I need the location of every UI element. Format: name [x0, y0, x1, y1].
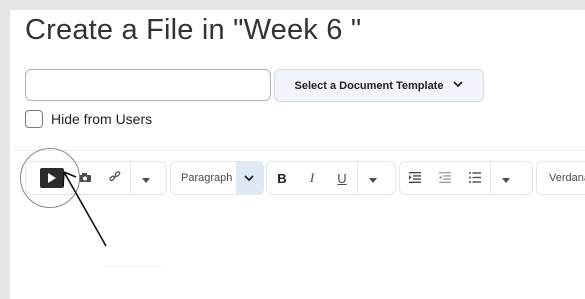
play-icon [47, 173, 57, 183]
indent-button[interactable] [400, 162, 430, 194]
italic-button[interactable]: I [297, 162, 327, 194]
paragraph-select[interactable]: Paragraph [171, 172, 236, 184]
more-format-button[interactable] [358, 162, 388, 194]
paragraph-dropdown-button[interactable] [235, 162, 263, 194]
chevron-down-icon [244, 169, 254, 187]
bulleted-list-button[interactable] [460, 162, 490, 194]
font-family-group: Verdana [536, 161, 585, 195]
window-left-border [0, 0, 10, 299]
file-name-input[interactable] [34, 70, 266, 100]
bold-button[interactable]: B [267, 162, 297, 194]
window-top-border [0, 0, 585, 10]
chevron-down-icon [453, 80, 464, 91]
outdent-icon [439, 171, 451, 186]
caret-down-icon [142, 171, 150, 186]
hide-from-users-label: Hide from Users [51, 111, 153, 127]
hide-from-users-checkbox[interactable] [25, 110, 43, 128]
font-family-select[interactable]: Verdana [537, 172, 585, 184]
page-title: Create a File in "Week 6 " [25, 14, 362, 46]
hide-from-users-row[interactable]: Hide from Users [25, 110, 152, 128]
faint-divider [103, 266, 163, 267]
template-button-label: Select a Document Template [294, 79, 444, 92]
more-insert-button[interactable] [131, 162, 161, 194]
link-icon [109, 170, 121, 186]
caret-down-icon [502, 171, 510, 186]
bulleted-list-icon [469, 171, 481, 186]
underline-button[interactable]: U [327, 162, 357, 194]
toolbar-divider [13, 150, 585, 151]
select-template-button[interactable]: Select a Document Template [274, 69, 484, 102]
text-style-group: B I U [266, 161, 396, 195]
outdent-button[interactable] [430, 162, 460, 194]
caret-down-icon [369, 171, 377, 186]
file-name-field[interactable] [25, 69, 271, 101]
indent-icon [409, 171, 421, 186]
more-list-button[interactable] [491, 162, 521, 194]
arrow-icon [62, 171, 107, 247]
list-format-group [399, 161, 533, 195]
paragraph-format-group: Paragraph [170, 161, 264, 195]
